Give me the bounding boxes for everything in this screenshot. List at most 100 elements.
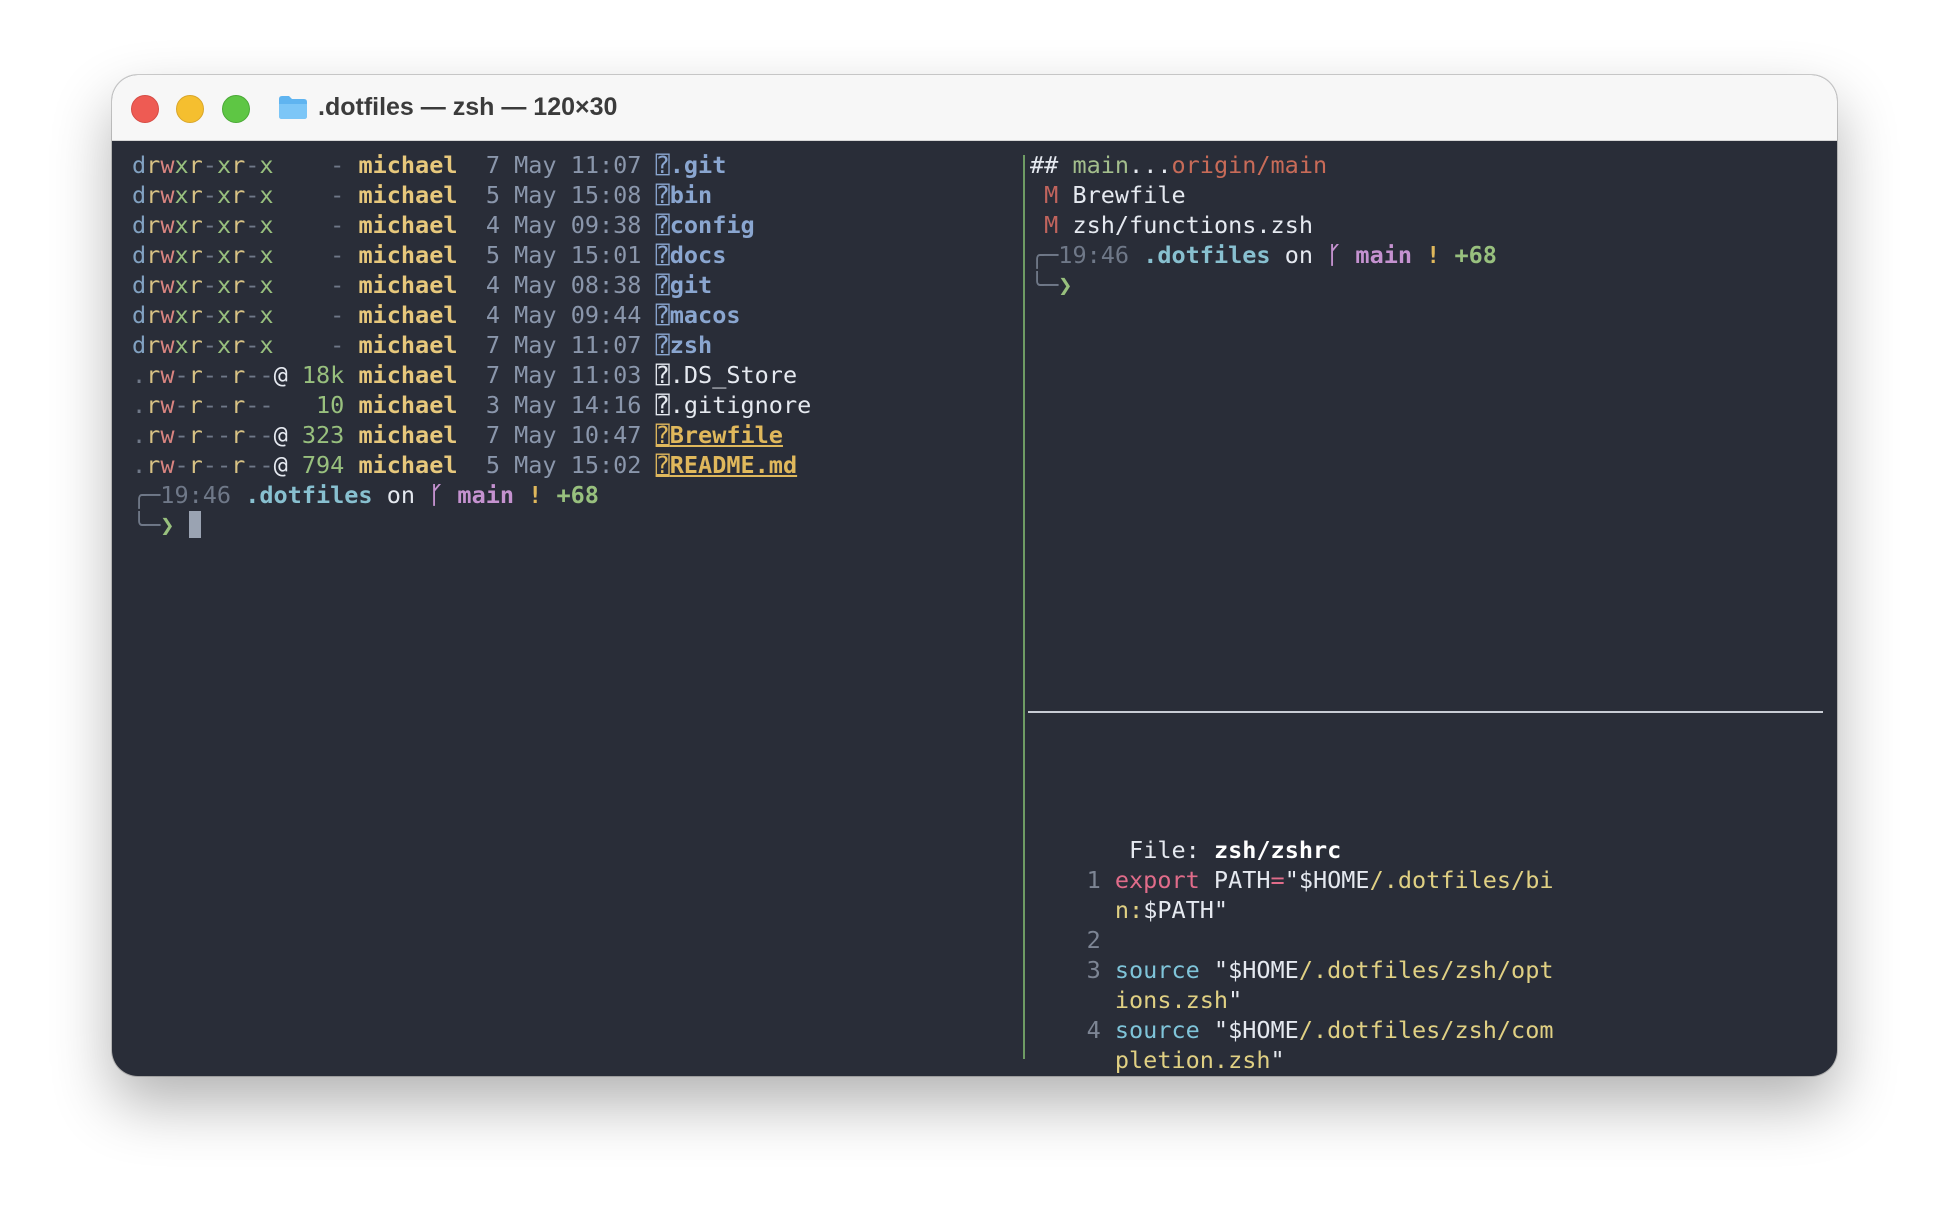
git-status-item: M Brewfile: [1044, 181, 1186, 209]
terminal-window: .dotfiles — zsh — 120×30 drwxr-xr-x - mi…: [112, 75, 1837, 1076]
line-number: [1030, 986, 1115, 1014]
xattr-flag: [274, 211, 288, 239]
file-size: 794: [287, 451, 345, 479]
prompt-dirty: !: [528, 481, 543, 509]
missing-glyph-icon: ⍰: [655, 421, 670, 449]
git-upstream: origin/main: [1171, 151, 1328, 179]
file-name[interactable]: ⍰docs: [656, 241, 727, 269]
pane-divider-horizontal[interactable]: [1028, 711, 1823, 713]
code-token: "$HOME: [1199, 956, 1299, 984]
missing-glyph-icon: ⍰: [655, 391, 670, 419]
file-date: 5 May 15:01: [471, 241, 642, 269]
file-date: 7 May 11:07: [471, 331, 642, 359]
permissions: .rw-r--r--: [132, 361, 274, 389]
pane-divider-vertical[interactable]: [1023, 155, 1025, 1059]
file-name[interactable]: ⍰.gitignore: [656, 391, 812, 419]
permissions: drwxr-xr-x: [132, 181, 274, 209]
file-size: 18k: [287, 361, 345, 389]
bat-file-name: zsh/zshrc: [1213, 836, 1342, 864]
code-token: =: [1270, 866, 1285, 894]
file-name[interactable]: ⍰.DS_Store: [656, 361, 798, 389]
code-line: n:$PATH": [1030, 895, 1554, 925]
code-token: $PATH": [1143, 896, 1229, 924]
file-size: -: [287, 241, 345, 269]
file-name[interactable]: ⍰.git: [656, 151, 727, 179]
xattr-flag: @: [273, 451, 288, 479]
listing-row: drwxr-xr-x - michael 5 May 15:08 ⍰bin: [132, 180, 811, 210]
file-date: 4 May 08:38: [471, 271, 642, 299]
bat-code: 1 export PATH="$HOME/.dotfiles/bi n:$PAT…: [1030, 865, 1554, 1076]
listing-row: drwxr-xr-x - michael 7 May 11:07 ⍰.git: [132, 150, 811, 180]
file-listing: drwxr-xr-x - michael 7 May 11:07 ⍰.git dr…: [132, 150, 811, 480]
git-status-item: M zsh/functions.zsh: [1044, 211, 1313, 239]
listing-row: drwxr-xr-x - michael 4 May 08:38 ⍰git: [132, 270, 811, 300]
prompt-arrow: ❯: [160, 511, 175, 539]
file-name[interactable]: ⍰zsh: [656, 331, 713, 359]
permissions: .rw-r--r--: [132, 391, 274, 419]
input-line[interactable]: ╰─❯: [132, 510, 811, 540]
listing-row: drwxr-xr-x - michael 4 May 09:44 ⍰macos: [132, 300, 811, 330]
file-name[interactable]: ⍰Brewfile: [656, 421, 783, 449]
prompt-line: ╭─19:46 .dotfiles on ᚴ main ! +68: [1030, 241, 1497, 269]
code-line: pletion.zsh": [1030, 1045, 1554, 1075]
code-token: ": [1228, 986, 1243, 1014]
missing-glyph-icon: ⍰: [655, 241, 670, 269]
git-status-pane[interactable]: ## main...origin/main M Brewfile M zsh/f…: [1030, 150, 1497, 300]
bat-pane[interactable]: File: zsh/zshrc 1 export PATH="$HOME/.do…: [1030, 835, 1554, 1076]
file-owner: michael: [358, 241, 458, 269]
file-date: 5 May 15:02: [471, 451, 642, 479]
file-date: 4 May 09:38: [471, 211, 642, 239]
prompt-time: 19:46: [160, 481, 232, 509]
code-token: /.dotfiles/zsh/com: [1298, 1016, 1554, 1044]
file-name[interactable]: ⍰README.md: [656, 451, 798, 479]
file-owner: michael: [358, 301, 458, 329]
missing-glyph-icon: ⍰: [655, 151, 670, 179]
line-number: [1030, 896, 1115, 924]
line-number: 4: [1030, 1016, 1115, 1044]
xattr-flag: [274, 151, 288, 179]
prompt-count: +68: [556, 481, 599, 509]
file-name[interactable]: ⍰git: [656, 271, 713, 299]
code-token: "$HOME: [1199, 1016, 1299, 1044]
permissions: drwxr-xr-x: [132, 211, 274, 239]
minimize-button[interactable]: [176, 95, 204, 123]
code-token: pletion.zsh: [1114, 1046, 1271, 1074]
file-date: 7 May 11:03: [471, 361, 642, 389]
file-date: 7 May 10:47: [471, 421, 642, 449]
permissions: drwxr-xr-x: [132, 241, 274, 269]
title-bar: .dotfiles — zsh — 120×30: [112, 75, 1837, 141]
code-line: 4 source "$HOME/.dotfiles/zsh/com: [1030, 1015, 1554, 1045]
missing-glyph-icon: ⍰: [655, 361, 670, 389]
xattr-flag: [274, 301, 288, 329]
git-branch-line: ## main...origin/main: [1030, 151, 1328, 179]
code-token: source: [1114, 956, 1200, 984]
file-name[interactable]: ⍰config: [656, 211, 755, 239]
xattr-flag: @: [273, 361, 288, 389]
prompt-branch: main: [457, 481, 515, 509]
ls-pane[interactable]: drwxr-xr-x - michael 7 May 11:07 ⍰.git dr…: [132, 150, 811, 540]
permissions: .rw-r--r--: [132, 421, 274, 449]
git-branch: main: [1072, 151, 1130, 179]
file-owner: michael: [358, 421, 458, 449]
code-token: PATH: [1199, 866, 1271, 894]
folder-icon: [279, 96, 307, 119]
code-token: /.dotfiles/zsh/opt: [1298, 956, 1554, 984]
file-owner: michael: [358, 271, 458, 299]
line-number: [1030, 1046, 1115, 1074]
zoom-button[interactable]: [222, 95, 250, 123]
xattr-flag: [274, 271, 288, 299]
file-owner: michael: [358, 151, 458, 179]
missing-glyph-icon: ⍰: [655, 301, 670, 329]
code-line: 5 source "$HOME/.dotfiles/zsh/ali: [1030, 1075, 1554, 1076]
file-owner: michael: [358, 391, 458, 419]
file-name[interactable]: ⍰macos: [656, 301, 741, 329]
close-button[interactable]: [131, 95, 159, 123]
listing-row: drwxr-xr-x - michael 5 May 15:01 ⍰docs: [132, 240, 811, 270]
listing-row: .rw-r--r--@ 18k michael 7 May 11:03 ⍰.DS…: [132, 360, 811, 390]
input-line[interactable]: ╰─❯: [1030, 270, 1497, 300]
code-token: ": [1270, 1046, 1285, 1074]
file-name[interactable]: ⍰bin: [656, 181, 713, 209]
file-owner: michael: [358, 211, 458, 239]
code-token: ions.zsh: [1114, 986, 1229, 1014]
code-line: ions.zsh": [1030, 985, 1554, 1015]
